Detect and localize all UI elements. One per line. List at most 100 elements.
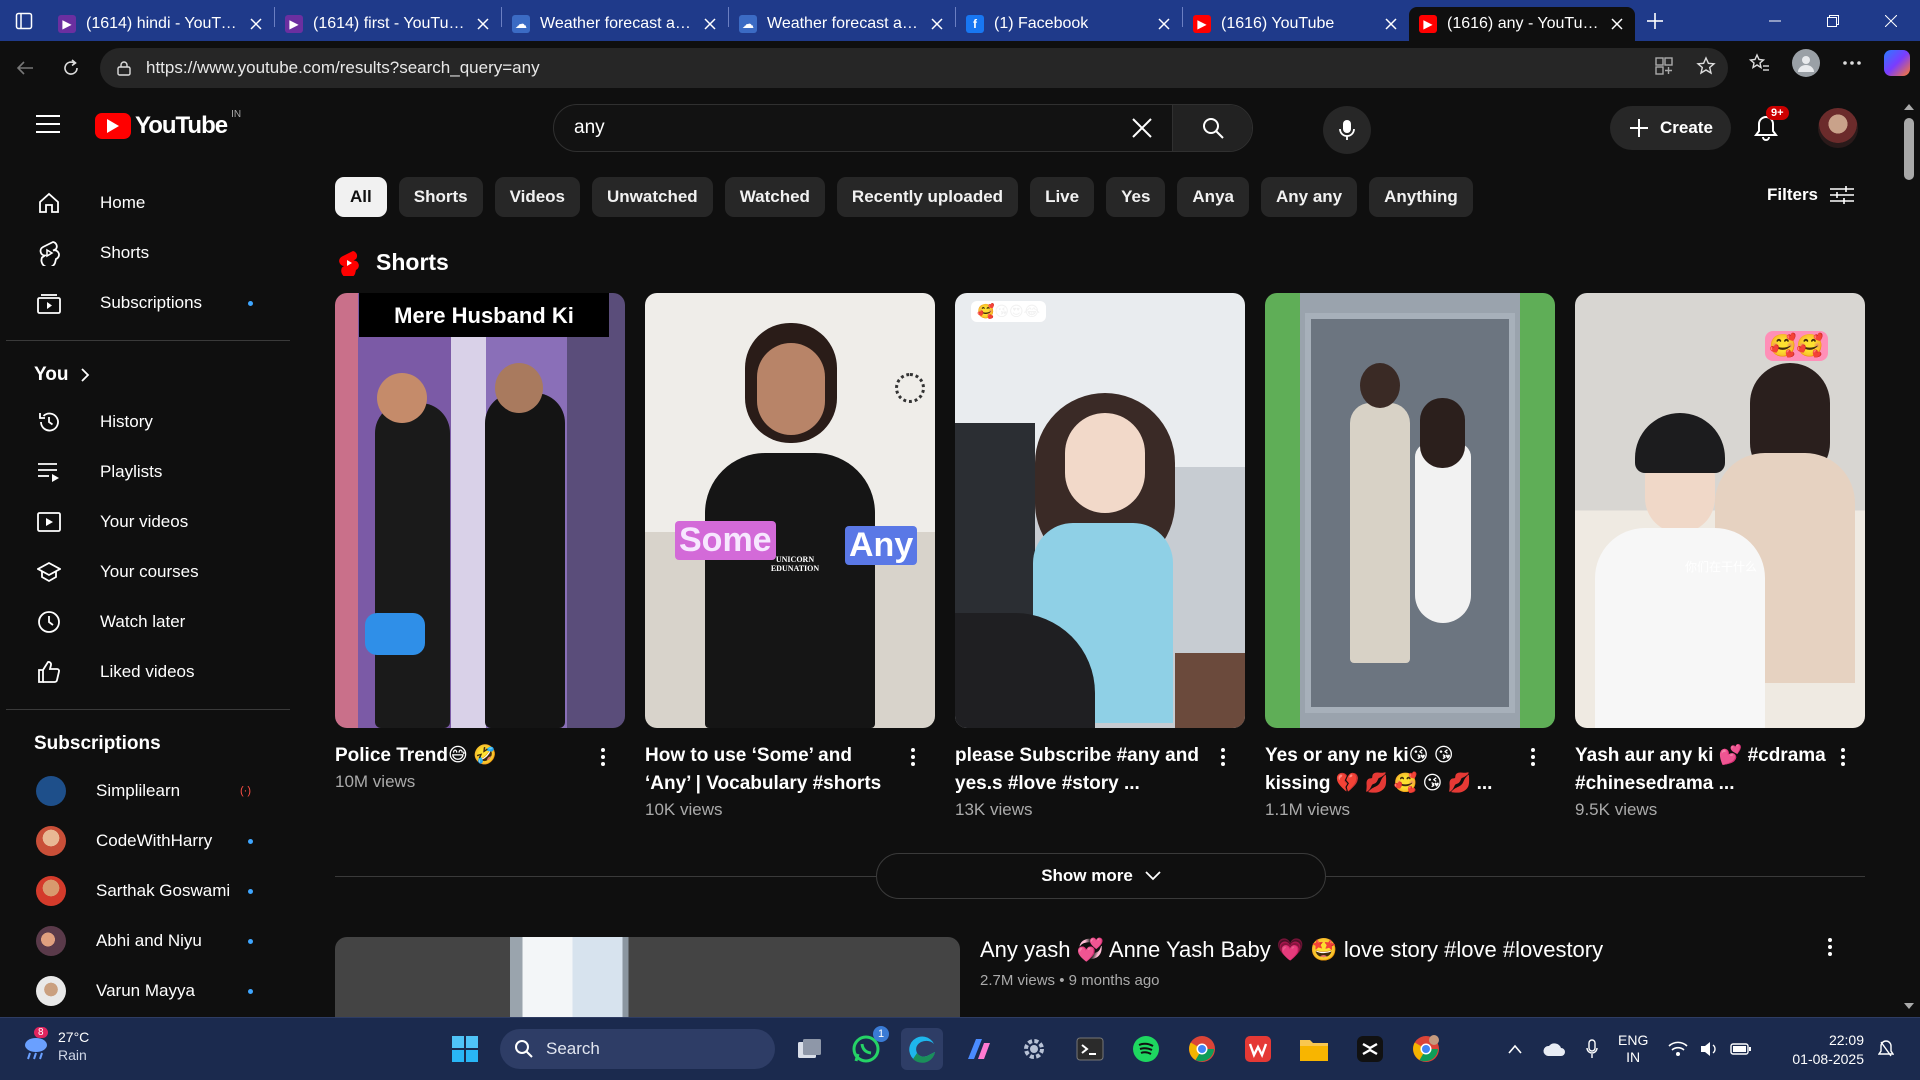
back-icon[interactable] <box>2 45 48 91</box>
sidebar-item-liked-videos[interactable]: Liked videos <box>0 647 290 697</box>
filter-chip[interactable]: Recently uploaded <box>836 177 1019 217</box>
chevron-up-icon[interactable] <box>1508 1044 1522 1054</box>
wps-office-icon[interactable] <box>1237 1028 1279 1070</box>
filter-chip[interactable]: Any any <box>1260 177 1358 217</box>
short-title[interactable]: Yes or any ne ki😘 😘 kissing 💔 💋 🥰 😘 💋 ..… <box>1265 742 1517 798</box>
voice-search-button[interactable] <box>1323 106 1371 154</box>
browser-tab[interactable]: ▶ (1614) first - YouTube <box>275 7 501 41</box>
browser-tab[interactable]: ☁ Weather forecast and c <box>502 7 728 41</box>
browser-tab-active[interactable]: ▶ (1616) any - YouTube <box>1409 6 1635 41</box>
capcut-icon[interactable] <box>1349 1028 1391 1070</box>
settings-gear-icon[interactable] <box>1013 1028 1055 1070</box>
filter-chip[interactable]: All <box>335 177 387 217</box>
sidebar-item-your-videos[interactable]: Your videos <box>0 497 290 547</box>
search-button[interactable] <box>1172 105 1252 151</box>
edge-browser-icon[interactable] <box>901 1028 943 1070</box>
sidebar-sub-simplilearn[interactable]: Simplilearn (·) <box>0 766 290 816</box>
close-window-icon[interactable] <box>1862 0 1920 41</box>
tab-actions-icon[interactable] <box>0 0 48 41</box>
volume-icon[interactable] <box>1700 1041 1718 1057</box>
app-available-icon[interactable] <box>1654 56 1674 76</box>
copilot-app-icon[interactable] <box>957 1028 999 1070</box>
clear-search-icon[interactable] <box>1112 117 1172 139</box>
short-title[interactable]: Yash aur any ki 💕 #cdrama #chinesedrama … <box>1575 742 1827 798</box>
sidebar-item-home[interactable]: Home <box>0 178 290 228</box>
filter-chip[interactable]: Watched <box>724 177 825 217</box>
more-actions-icon[interactable] <box>1211 745 1235 769</box>
filter-chip[interactable]: Yes <box>1106 177 1166 217</box>
sidebar-item-history[interactable]: History <box>0 397 290 447</box>
spotify-icon[interactable] <box>1125 1028 1167 1070</box>
browser-tab[interactable]: ▶ (1616) YouTube <box>1183 7 1409 41</box>
close-tab-icon[interactable] <box>475 16 491 32</box>
url-bar[interactable]: https://www.youtube.com/results?search_q… <box>100 48 1728 88</box>
close-tab-icon[interactable] <box>248 16 264 32</box>
close-tab-icon[interactable] <box>1383 16 1399 32</box>
more-actions-icon[interactable] <box>1831 745 1855 769</box>
short-title[interactable]: please Subscribe #any and yes.s #love #s… <box>955 742 1207 798</box>
browser-tab[interactable]: ▶ (1614) hindi - YouTube <box>48 7 274 41</box>
notifications-button[interactable]: 9+ <box>1746 106 1789 148</box>
browser-tab[interactable]: ☁ Weather forecast and c <box>729 7 955 41</box>
chrome-profile-icon[interactable] <box>1405 1028 1447 1070</box>
filter-chip[interactable]: Anya <box>1177 177 1249 217</box>
favorites-icon[interactable] <box>1748 52 1770 74</box>
weather-widget[interactable]: 8 27°C Rain <box>20 1027 89 1064</box>
copilot-icon[interactable] <box>1884 50 1910 76</box>
wifi-icon[interactable] <box>1668 1041 1688 1057</box>
short-thumbnail[interactable]: Mere Husband Ki Salary Anye Ke Bad <box>335 293 625 728</box>
taskbar-clock[interactable]: 22:09 01-08-2025 <box>1786 1031 1864 1069</box>
sidebar-sub-codewithharry[interactable]: CodeWithHarry <box>0 816 290 866</box>
short-card[interactable]: 🥰🥰 你们在干什么 Yash aur any ki 💕 #cdrama #chi… <box>1575 293 1865 820</box>
refresh-icon[interactable] <box>48 45 94 91</box>
close-tab-icon[interactable] <box>702 16 718 32</box>
search-input[interactable]: any <box>554 117 1112 139</box>
sidebar-item-your-courses[interactable]: Your courses <box>0 547 290 597</box>
more-actions-icon[interactable] <box>591 745 615 769</box>
short-card[interactable]: Mere Husband Ki Salary Anye Ke Bad Polic… <box>335 293 625 820</box>
menu-icon[interactable] <box>36 114 60 134</box>
youtube-logo[interactable]: YouTube IN <box>95 109 241 140</box>
sidebar-item-watch-later[interactable]: Watch later <box>0 597 290 647</box>
notification-center-icon[interactable] <box>1878 1040 1894 1058</box>
browser-tab[interactable]: f (1) Facebook <box>956 7 1182 41</box>
sidebar-sub-abhi-and-niyu[interactable]: Abhi and Niyu <box>0 916 290 966</box>
short-thumbnail[interactable]: 🥰😘😍😂 <box>955 293 1245 728</box>
task-view-icon[interactable] <box>789 1028 831 1070</box>
language-indicator[interactable]: ENG IN <box>1618 1032 1648 1066</box>
close-tab-icon[interactable] <box>1156 16 1172 32</box>
filters-button[interactable]: Filters <box>1767 185 1855 205</box>
more-actions-icon[interactable] <box>1521 745 1545 769</box>
whatsapp-icon[interactable]: 1 <box>845 1026 889 1070</box>
taskbar-search[interactable]: Search <box>500 1029 775 1069</box>
new-tab-button[interactable] <box>1635 0 1675 41</box>
short-thumbnail[interactable]: Some Any UNICORN EDUNATION <box>645 293 935 728</box>
short-card[interactable]: 🥰😘😍😂 please Subscribe #any and yes.s #lo… <box>955 293 1245 820</box>
filter-chip[interactable]: Live <box>1030 177 1095 217</box>
short-thumbnail[interactable]: 🥰🥰 你们在干什么 <box>1575 293 1865 728</box>
terminal-icon[interactable] <box>1069 1028 1111 1070</box>
chrome-icon[interactable] <box>1181 1028 1223 1070</box>
more-actions-icon[interactable] <box>901 745 925 769</box>
close-tab-icon[interactable] <box>1609 16 1625 32</box>
sidebar-sub-varun-mayya[interactable]: Varun Mayya <box>0 966 290 1016</box>
favorite-star-icon[interactable] <box>1696 56 1716 76</box>
site-info-icon[interactable] <box>116 60 132 76</box>
short-card[interactable]: Some Any UNICORN EDUNATION How to use ‘S… <box>645 293 935 820</box>
close-tab-icon[interactable] <box>929 16 945 32</box>
page-scrollbar[interactable] <box>1898 94 1920 1017</box>
filter-chip[interactable]: Shorts <box>398 177 483 217</box>
profile-icon[interactable] <box>1792 49 1820 77</box>
sidebar-item-subscriptions[interactable]: Subscriptions <box>0 278 290 328</box>
show-more-button[interactable]: Show more <box>876 853 1326 899</box>
short-card[interactable]: Yes or any ne ki😘 😘 kissing 💔 💋 🥰 😘 💋 ..… <box>1265 293 1555 820</box>
minimize-icon[interactable] <box>1746 0 1804 41</box>
filter-chip[interactable]: Videos <box>494 177 581 217</box>
sidebar-sub-sarthak-goswami[interactable]: Sarthak Goswami <box>0 866 290 916</box>
scrollbar-thumb[interactable] <box>1904 118 1914 180</box>
sidebar-item-shorts[interactable]: Shorts <box>0 228 290 278</box>
more-actions-icon[interactable] <box>1828 938 1832 956</box>
filter-chip[interactable]: Anything <box>1369 177 1473 217</box>
onedrive-cloud-icon[interactable] <box>1542 1041 1566 1057</box>
short-title[interactable]: Police Trend😅 🤣 <box>335 742 587 770</box>
